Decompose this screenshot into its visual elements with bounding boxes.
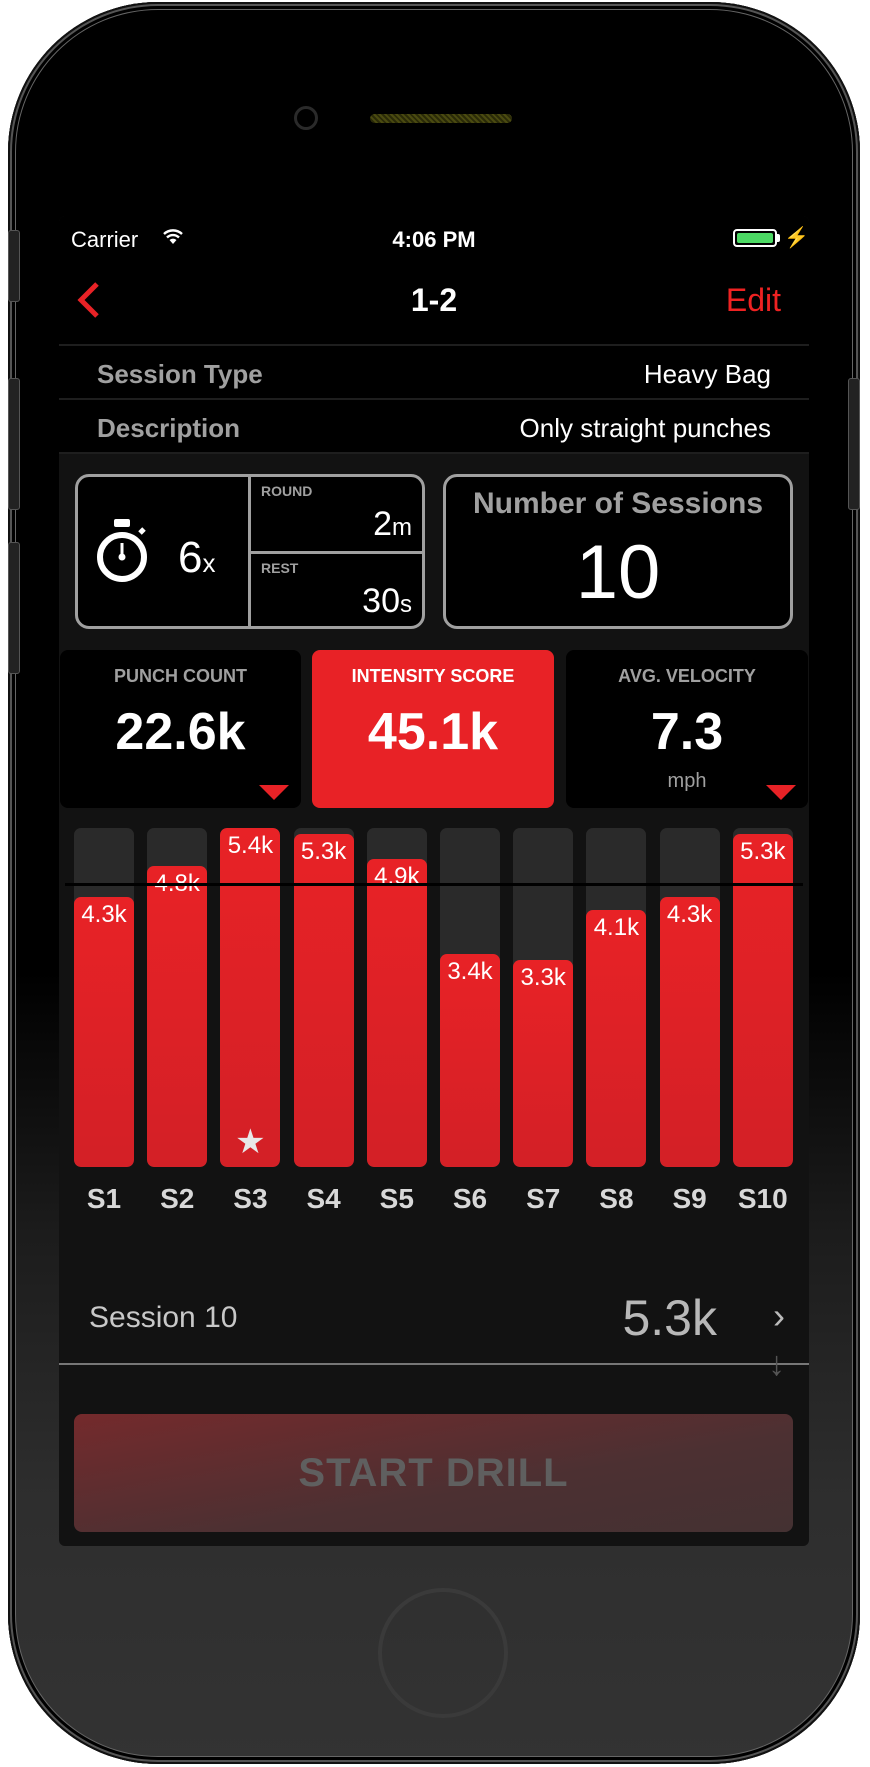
stat-card-avg-velocity[interactable]: AVG. VELOCITY 7.3 mph xyxy=(566,650,808,808)
page-title: 1-2 xyxy=(410,282,458,318)
x-tick-label: S6 xyxy=(452,1183,488,1214)
bar-s2[interactable]: 4.8k xyxy=(147,865,208,1167)
bar-value-label: 4.3k xyxy=(81,901,127,929)
x-tick-label: S8 xyxy=(599,1183,634,1214)
mute-switch xyxy=(8,230,20,302)
x-tick-label: S10 xyxy=(737,1183,788,1214)
stat-value: 45.1k xyxy=(367,703,499,761)
x-tick-label: S1 xyxy=(86,1183,122,1214)
detail-label: Session Type xyxy=(97,359,263,389)
detail-label: Description xyxy=(97,413,241,443)
start-drill-button[interactable]: START DRILL xyxy=(74,1414,793,1532)
bar-track[interactable]: 4.8k xyxy=(147,828,208,1167)
stat-value: 22.6k xyxy=(115,703,246,761)
sessions-value: 10 xyxy=(575,530,661,615)
battery-icon xyxy=(733,229,777,247)
edit-button[interactable]: Edit xyxy=(726,282,781,319)
status-bar: Carrier 4:06 PM ⚡ xyxy=(59,216,809,260)
volume-down-button xyxy=(8,542,20,674)
selected-session-row[interactable]: Session 10 5.3k › ↓ xyxy=(59,1271,809,1383)
bar-value-label: 3.4k xyxy=(447,957,493,985)
bar-track[interactable]: 5.4k ★ xyxy=(220,828,281,1167)
status-time: 4:06 PM xyxy=(392,227,476,252)
app-screen: Carrier 4:06 PM ⚡ 1-2 Edit Session Type … xyxy=(59,216,809,1546)
bar-s5[interactable]: 4.9k xyxy=(366,859,427,1167)
stat-label: INTENSITY SCORE xyxy=(351,666,515,686)
bar-track[interactable]: 4.9k xyxy=(366,828,427,1167)
battery-nub xyxy=(777,234,780,242)
session-bar-chart: 4.3k S1 4.8k S2 5.4k ★ S3 5.3k S4 4.9k S5 3.4k S6 3.3… xyxy=(59,828,809,1218)
chevron-right-icon: › xyxy=(773,1295,785,1336)
detail-row-description: Description Only straight punches xyxy=(59,400,809,454)
bar-value-label: 4.1k xyxy=(593,913,640,941)
bar-s6[interactable]: 3.4k xyxy=(440,953,500,1167)
round-unit: m xyxy=(392,514,412,541)
volume-up-button xyxy=(8,378,20,510)
bar-track[interactable]: 5.3k xyxy=(293,828,354,1167)
x-tick-label: S2 xyxy=(160,1183,195,1214)
bar-s9[interactable]: 4.3k xyxy=(659,897,720,1167)
x-tick-label: S9 xyxy=(672,1183,707,1214)
rest-value-display: 30s xyxy=(362,582,412,621)
star-icon: ★ xyxy=(235,1123,266,1161)
bar-s3[interactable]: 5.4k ★ xyxy=(220,828,281,1167)
stat-label: PUNCH COUNT xyxy=(114,666,247,686)
bar-value-label: 5.4k xyxy=(227,832,274,859)
power-button xyxy=(848,378,860,510)
x-tick-label: S7 xyxy=(526,1183,561,1214)
rest-value: 30 xyxy=(362,582,400,620)
bar-value-label: 5.3k xyxy=(300,838,347,866)
earpiece-speaker xyxy=(370,114,512,123)
bar-track[interactable]: 5.3k xyxy=(732,828,793,1167)
detail-value: Only straight punches xyxy=(519,413,771,443)
x-tick-label: S4 xyxy=(306,1183,341,1214)
detail-row-session-type: Session Type Heavy Bag xyxy=(59,346,809,400)
dropdown-triangle-icon[interactable] xyxy=(766,785,796,800)
home-button[interactable] xyxy=(378,1588,508,1718)
stopwatch-icon xyxy=(97,519,147,582)
selected-session-name: Session 10 xyxy=(89,1301,238,1334)
x-tick-label: S5 xyxy=(379,1183,414,1214)
stat-card-punch-count[interactable]: PUNCH COUNT 22.6k xyxy=(60,650,301,808)
rest-unit: s xyxy=(400,591,412,618)
bar-s7[interactable]: 3.3k xyxy=(513,959,574,1167)
bar-value-label: 3.3k xyxy=(520,963,566,991)
bar-value-label: 4.3k xyxy=(666,901,713,929)
bar-value-label: 4.9k xyxy=(374,863,420,891)
round-duration: ROUND 2m xyxy=(251,477,422,554)
charging-bolt-icon: ⚡ xyxy=(784,227,809,249)
rounds-unit: x xyxy=(202,548,216,578)
rounds-value: 6 xyxy=(178,533,203,582)
bar-track[interactable]: 3.3k xyxy=(513,828,574,1167)
selected-session-value: 5.3k xyxy=(622,1290,717,1346)
bar-track[interactable]: 4.1k xyxy=(586,828,647,1167)
arrow-down-icon: ↓ xyxy=(768,1345,785,1383)
round-label: ROUND xyxy=(261,483,313,499)
bar-s1[interactable]: 4.3k xyxy=(74,897,134,1167)
rounds-section: 6x xyxy=(78,477,251,626)
stat-label: AVG. VELOCITY xyxy=(618,666,756,686)
bar-track[interactable]: 4.3k xyxy=(74,828,134,1167)
round-value-display: 2m xyxy=(373,505,412,544)
front-camera xyxy=(294,106,318,130)
number-of-sessions-box[interactable]: Number of Sessions 10 xyxy=(443,474,793,629)
bar-track[interactable]: 4.3k xyxy=(659,828,720,1167)
average-reference-line xyxy=(65,882,803,886)
sessions-title: Number of Sessions xyxy=(472,487,764,520)
bar-track[interactable]: 3.4k xyxy=(440,828,500,1167)
rounds-count: 6x xyxy=(178,533,215,583)
bar-value-label: 5.3k xyxy=(740,838,786,866)
timer-settings-box[interactable]: 6x ROUND 2m REST 30s xyxy=(75,474,425,629)
detail-value: Heavy Bag xyxy=(643,359,771,389)
dropdown-triangle-icon[interactable] xyxy=(259,785,289,800)
stat-value: 7.3 xyxy=(650,703,724,761)
navigation-bar: 1-2 Edit xyxy=(59,260,809,346)
round-value: 2 xyxy=(373,505,392,543)
bar-s8[interactable]: 4.1k xyxy=(586,909,647,1167)
rest-duration: REST 30s xyxy=(251,554,422,628)
x-tick-label: S3 xyxy=(233,1183,268,1214)
stat-card-intensity-score[interactable]: INTENSITY SCORE 45.1k xyxy=(312,650,554,808)
rest-label: REST xyxy=(261,560,299,576)
